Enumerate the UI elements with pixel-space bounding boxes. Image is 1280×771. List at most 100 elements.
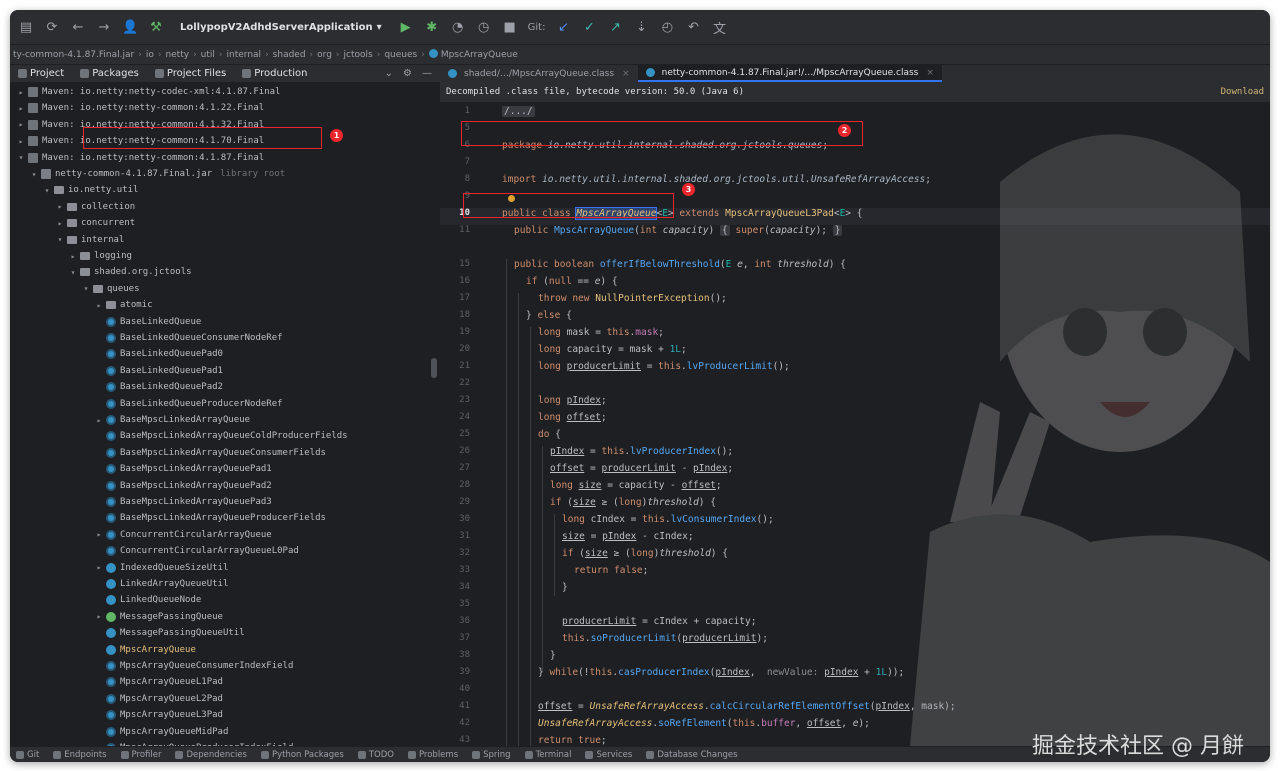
tree-item[interactable]: ▸ collection — [10, 199, 428, 215]
tree-item[interactable]: BaseMpscLinkedArrayQueueConsumerFields — [10, 445, 428, 461]
tree-item[interactable]: BaseMpscLinkedArrayQueuePad3 — [10, 494, 428, 510]
breadcrumb-item[interactable]: ty-common-4.1.87.Final.jar — [10, 50, 137, 60]
chevron-right-icon[interactable]: ▸ — [94, 530, 104, 539]
tree-item[interactable]: ▸ IndexedQueueSizeUtil — [10, 560, 428, 576]
tree-item[interactable]: BaseMpscLinkedArrayQueueProducerFields — [10, 510, 428, 526]
git-push-icon[interactable]: ↗ — [607, 20, 623, 35]
breadcrumb-item[interactable]: util — [198, 50, 218, 60]
tree-item[interactable]: ▾ internal — [10, 232, 428, 248]
tree-item[interactable]: BaseLinkedQueuePad0 — [10, 346, 428, 362]
chevron-right-icon[interactable]: ▸ — [16, 88, 26, 97]
chevron-down-icon[interactable]: ▾ — [42, 186, 52, 195]
tree-item[interactable]: MpscArrayQueue — [10, 642, 428, 658]
tree-item[interactable]: ▸ Maven: io.netty:netty-common:4.1.22.Fin… — [10, 100, 428, 116]
scrollbar-thumb[interactable] — [431, 358, 437, 378]
tool-problems[interactable]: Problems — [407, 750, 458, 760]
project-scrollbar[interactable] — [428, 82, 440, 746]
tree-item[interactable]: LinkedArrayQueueUtil — [10, 576, 428, 592]
tree-item[interactable]: BaseLinkedQueueProducerNodeRef — [10, 396, 428, 412]
tool-database-changes[interactable]: Database Changes — [646, 750, 738, 760]
debug-bug-icon[interactable]: ✱ — [424, 20, 440, 35]
tree-item[interactable]: BaseLinkedQueue — [10, 314, 428, 330]
chevron-down-icon[interactable]: ⌄ — [385, 68, 393, 79]
tree-item[interactable]: ▾ io.netty.util — [10, 182, 428, 198]
translate-icon[interactable]: 文 — [711, 18, 727, 37]
tab-project-files[interactable]: Project Files — [147, 68, 234, 79]
chevron-right-icon[interactable]: ▸ — [94, 563, 104, 572]
breadcrumb-item[interactable]: io — [143, 50, 157, 60]
tree-item[interactable]: ▸ logging — [10, 248, 428, 264]
profile-icon[interactable]: ◷ — [476, 20, 492, 35]
git-update-icon[interactable]: ↙ — [555, 20, 571, 35]
breadcrumb-item[interactable]: queues — [381, 50, 420, 60]
tool-spring[interactable]: Spring — [472, 750, 511, 760]
tree-item[interactable]: ▾ Maven: io.netty:netty-common:4.1.87.Fin… — [10, 150, 428, 166]
chevron-right-icon[interactable]: ▸ — [55, 219, 65, 228]
chevron-down-icon[interactable]: ▾ — [81, 284, 91, 293]
tree-item[interactable]: ConcurrentCircularArrayQueueL0Pad — [10, 543, 428, 559]
rollback-icon[interactable]: ↶ — [685, 20, 701, 35]
breadcrumb-item[interactable]: shaded — [270, 50, 309, 60]
chevron-right-icon[interactable]: ▸ — [94, 416, 104, 425]
coverage-icon[interactable]: ◔ — [450, 20, 466, 35]
chevron-right-icon[interactable]: ▸ — [94, 612, 104, 621]
tab-production[interactable]: Production — [234, 68, 315, 79]
close-icon[interactable]: × — [622, 69, 630, 79]
download-sources-link[interactable]: Download — [1221, 87, 1270, 97]
run-icon[interactable]: ▶ — [398, 20, 414, 35]
forward-arrow-icon[interactable]: → — [96, 20, 112, 35]
project-tree[interactable]: ▸ Maven: io.netty:netty-codec-xml:4.1.87.… — [10, 82, 428, 746]
breadcrumb-item[interactable]: jctools — [341, 50, 376, 60]
build-hammer-icon[interactable]: ⚒ — [148, 20, 164, 35]
tool-dependencies[interactable]: Dependencies — [175, 750, 247, 760]
tree-item[interactable]: ▸ MessagePassingQueue — [10, 609, 428, 625]
tab-packages[interactable]: Packages — [72, 68, 147, 79]
breadcrumb-item[interactable]: internal — [224, 50, 265, 60]
breadcrumb-item-current[interactable]: MpscArrayQueue — [426, 49, 521, 60]
breadcrumb-item[interactable]: netty — [162, 50, 192, 60]
tree-item[interactable]: MpscArrayQueueL3Pad — [10, 707, 428, 723]
editor-tab[interactable]: shaded/…/MpscArrayQueue.class × — [440, 65, 638, 82]
tool-profiler[interactable]: Profiler — [120, 750, 161, 760]
tree-item[interactable]: ▾ netty-common-4.1.87.Final.jar library ro… — [10, 166, 428, 182]
tree-item[interactable]: MessagePassingQueueUtil — [10, 625, 428, 641]
project-view-icon[interactable]: ▤ — [18, 20, 34, 35]
run-configuration-selector[interactable]: LollypopV2AdhdServerApplication ▾ — [174, 19, 388, 36]
back-arrow-icon[interactable]: ← — [70, 20, 86, 35]
tool-git[interactable]: Git — [16, 750, 39, 760]
tree-item[interactable]: ▸ Maven: io.netty:netty-codec-xml:4.1.87.… — [10, 84, 428, 100]
tree-item[interactable]: BaseLinkedQueuePad1 — [10, 363, 428, 379]
tool-endpoints[interactable]: Endpoints — [53, 750, 107, 760]
tree-item[interactable]: BaseMpscLinkedArrayQueuePad1 — [10, 461, 428, 477]
tree-item[interactable]: MpscArrayQueueL1Pad — [10, 674, 428, 690]
chevron-down-icon[interactable]: ▾ — [29, 170, 39, 179]
chevron-down-icon[interactable]: ▾ — [55, 235, 65, 244]
sync-icon[interactable]: ⟳ — [44, 20, 60, 35]
history-clock-icon[interactable]: ◴ — [659, 20, 675, 35]
editor-tab-active[interactable]: netty-common-4.1.87.Final.jar!/…/MpscArr… — [637, 65, 942, 82]
tree-item[interactable]: ▾ queues — [10, 281, 428, 297]
tool-services[interactable]: Services — [585, 750, 632, 760]
chevron-right-icon[interactable]: ▸ — [55, 202, 65, 211]
tool-todo[interactable]: TODO — [357, 750, 394, 760]
tree-item[interactable]: BaseMpscLinkedArrayQueuePad2 — [10, 478, 428, 494]
chevron-right-icon[interactable]: ▸ — [16, 120, 26, 129]
close-icon[interactable]: × — [926, 68, 934, 78]
tree-item[interactable]: MpscArrayQueueL2Pad — [10, 691, 428, 707]
tool-python-packages[interactable]: Python Packages — [260, 750, 344, 760]
tab-project[interactable]: Project — [10, 68, 72, 79]
tree-item[interactable]: LinkedQueueNode — [10, 592, 428, 608]
git-commit-check-icon[interactable]: ✓ — [581, 20, 597, 35]
gear-icon[interactable]: ⚙ — [403, 68, 412, 79]
git-fetch-icon[interactable]: ⇣ — [633, 20, 649, 35]
tree-item[interactable]: ▾ shaded.org.jctools — [10, 264, 428, 280]
chevron-right-icon[interactable]: ▸ — [16, 137, 26, 146]
chevron-down-icon[interactable]: ▾ — [68, 268, 78, 277]
stop-icon[interactable]: ■ — [502, 20, 518, 35]
breadcrumb-item[interactable]: org — [314, 50, 335, 60]
tool-terminal[interactable]: Terminal — [524, 750, 571, 760]
tree-item[interactable]: BaseMpscLinkedArrayQueueColdProducerFiel… — [10, 428, 428, 444]
chevron-right-icon[interactable]: ▸ — [68, 252, 78, 261]
minimize-icon[interactable]: — — [422, 68, 432, 79]
chevron-right-icon[interactable]: ▸ — [94, 301, 104, 310]
